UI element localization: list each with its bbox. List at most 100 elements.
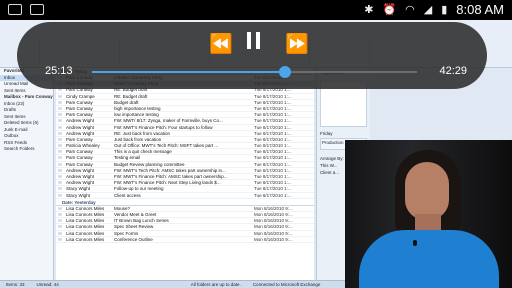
message-from: Andrew Wight: [66, 167, 95, 173]
message-date: Mon 8/16/2010 9:...: [254, 218, 293, 224]
envelope-icon: ✉: [58, 130, 62, 136]
item-count: Items: 33: [6, 282, 25, 287]
message-from: Cindy Crampe: [66, 93, 95, 99]
alarm-icon: ⏰: [382, 4, 397, 16]
rewind-button[interactable]: ⏪: [209, 32, 233, 56]
envelope-icon: ✉: [58, 211, 62, 217]
message-from: Lisa Connors Miles: [66, 218, 105, 224]
exchange-status: Connected to Microsoft Exchange: [252, 282, 321, 287]
message-from: Lisa Connors Miles: [66, 211, 105, 217]
seek-bar-progress: [92, 71, 285, 73]
message-subject: Mouse?: [114, 205, 131, 211]
message-date: Tue 8/17/2010 1:...: [254, 124, 292, 130]
message-subject: Testing email: [114, 155, 141, 161]
envelope-icon: ✉: [58, 236, 62, 242]
message-date: Tue 8/17/2010 1:...: [254, 93, 292, 99]
lapel-mic: [413, 240, 417, 246]
message-date: Mon 8/16/2010 9:...: [254, 224, 293, 230]
message-date: Mon 8/16/2010 9:...: [254, 205, 293, 211]
message-date: Tue 8/17/2010 1:...: [254, 174, 292, 179]
message-date: Tue 8/17/2010 1:...: [254, 186, 292, 192]
envelope-icon: ✉: [58, 124, 62, 130]
message-subject: Out of Office: MWT's Tech Pitch: MSFT ta…: [114, 143, 219, 149]
message-from: Pam Conway: [66, 155, 93, 161]
fast-forward-button[interactable]: ⏩: [285, 32, 309, 56]
message-subject: Conference Outline: [114, 236, 153, 242]
message-from: Pam Conway: [66, 136, 93, 142]
message-subject: FW: MWT's Finance Pitch: Four startups t…: [114, 124, 213, 130]
signal-icon: ◢: [423, 4, 433, 16]
android-status-bar: ✱ ⏰ ◠ ◢ ▮ 8:08 AM: [0, 0, 512, 20]
message-subject: FW: MWT's Finance Pitch: AMSC takes part…: [114, 174, 228, 179]
envelope-icon: ✉: [58, 149, 62, 155]
message-from: Andrew Wight: [66, 124, 95, 130]
bluetooth-icon: ✱: [364, 4, 374, 16]
gallery-icon: [8, 4, 22, 15]
envelope-icon: ✉: [58, 105, 62, 111]
envelope-icon: ✉: [58, 167, 62, 173]
message-date: Tue 8/17/2010 1:...: [254, 161, 292, 167]
message-date: Tue 8/17/2010 1:...: [254, 143, 292, 149]
pause-button[interactable]: [247, 32, 261, 49]
envelope-icon: ✉: [58, 174, 62, 179]
message-from: Lisa Connors Miles: [66, 230, 105, 236]
message-subject: Just back from vacation: [114, 136, 162, 142]
envelope-icon: ✉: [58, 186, 62, 192]
message-date: Tue 8/17/2010 1:...: [254, 180, 292, 186]
message-subject: FW: MWT's Tech Pitch: AMSC takes part ow…: [114, 167, 226, 173]
message-subject: RE: Just back from vacation: [114, 130, 171, 136]
message-subject: Spec Forms: [114, 230, 139, 236]
message-subject: Spec Sheet Review: [114, 224, 154, 230]
todo-day: Friday: [320, 131, 333, 136]
unread-count: Unread: 44: [36, 282, 59, 287]
folder-status: All folders are up to date.: [190, 282, 241, 287]
envelope-icon: ✉: [58, 118, 62, 124]
navigation-pane: Favorites Inbox Unread Mail Sent Items M…: [0, 68, 54, 280]
presenter-video-inset: [345, 140, 512, 288]
nav-group-mailbox[interactable]: Mailbox - Pam Conway: [0, 94, 53, 101]
message-from: Patricia Whealey: [66, 143, 100, 149]
message-from: Andrew Wight: [66, 130, 95, 136]
message-from: Pam Conway: [66, 99, 93, 105]
message-from: Lisa Connors Miles: [66, 236, 105, 242]
envelope-icon: ✉: [58, 218, 62, 224]
message-date: Tue 8/17/2010 1:...: [254, 149, 292, 155]
message-date: Tue 8/17/2010 1:...: [254, 155, 292, 161]
message-subject: Vendor Meet & Greet: [114, 211, 157, 217]
message-subject: RE: Budget draft: [114, 93, 148, 99]
group-header-yesterday[interactable]: Date: Yesterday: [56, 199, 314, 206]
message-date: Mon 8/16/2010 9:...: [254, 230, 293, 236]
clock: 8:08 AM: [456, 2, 504, 17]
message-from: Andrew Wight: [66, 118, 95, 124]
voicemail-icon: [30, 4, 44, 15]
message-subject: IT Brown Bag Lunch Series: [114, 218, 169, 224]
envelope-icon: ✉: [58, 99, 62, 105]
message-subject: This is a quit check message: [114, 149, 172, 155]
message-date: Tue 8/17/2010 1:...: [254, 118, 292, 124]
message-date: Mon 8/16/2010 9:...: [254, 211, 293, 217]
envelope-icon: ✉: [58, 205, 62, 211]
message-from: Andrew Wight: [66, 180, 95, 186]
message-subject: FW: MWT/ 8/17: Zynga, maker of Farmville…: [114, 118, 223, 124]
message-row[interactable]: ✉ Lisa Connors Miles Conference Outline Mon…: [56, 237, 314, 243]
envelope-icon: ✉: [58, 161, 62, 167]
message-subject: FW: MWT's Finance Pitch: Next Step Livin…: [114, 180, 221, 186]
envelope-icon: ✉: [58, 136, 62, 142]
envelope-icon: ✉: [58, 192, 62, 198]
message-from: Andrew Wight: [66, 174, 95, 179]
seek-bar[interactable]: [92, 66, 417, 78]
envelope-icon: ✉: [58, 155, 62, 161]
message-subject: Client access: [114, 192, 141, 198]
message-date: Tue 8/17/2010 1:...: [254, 105, 292, 111]
envelope-icon: ✉: [58, 230, 62, 236]
envelope-icon: ✉: [58, 180, 62, 186]
message-subject: Budget draft: [114, 99, 139, 105]
message-from: Stacy Wight: [66, 192, 91, 198]
nav-item[interactable]: Search Folders: [0, 146, 53, 153]
envelope-icon: ✉: [58, 224, 62, 230]
seek-thumb[interactable]: [278, 66, 291, 78]
message-rows-yesterday: ✉ Lisa Connors Miles Mouse? Mon 8/16/2010 9…: [56, 206, 314, 243]
message-date: Tue 8/17/2010 1:...: [254, 99, 292, 105]
wifi-icon: ◠: [405, 4, 415, 16]
message-subject: low importance testing: [114, 112, 159, 118]
